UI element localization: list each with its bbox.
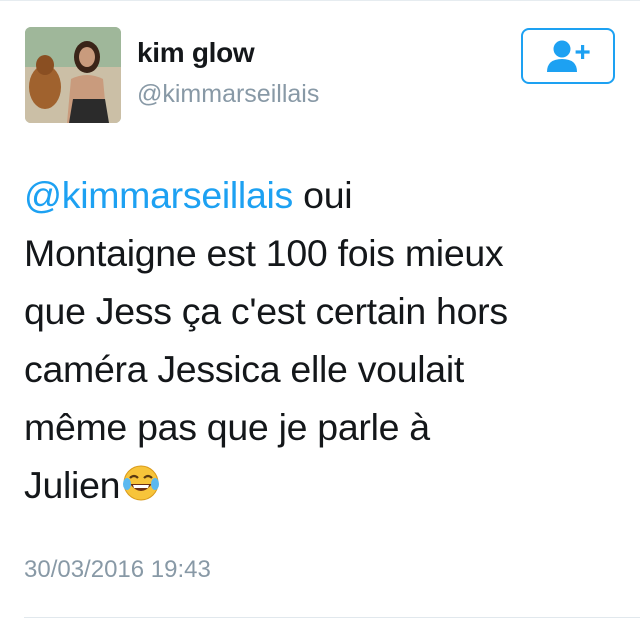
top-divider bbox=[0, 0, 640, 1]
display-name[interactable]: kim glow bbox=[137, 37, 255, 69]
user-handle[interactable]: @kimmarseillais bbox=[137, 80, 319, 109]
tweet-line: Julien bbox=[24, 464, 121, 506]
tweet-line: que Jess ça c'est certain hors bbox=[24, 290, 508, 332]
tweet-line: caméra Jessica elle voulait bbox=[24, 348, 465, 390]
bottom-divider bbox=[24, 617, 640, 618]
follow-button[interactable] bbox=[521, 28, 615, 84]
tweet-line: même pas que je parle à bbox=[24, 406, 430, 448]
tweet-text: @kimmarseillais oui Montaigne est 100 fo… bbox=[24, 166, 616, 518]
avatar[interactable] bbox=[25, 27, 121, 123]
mention-link[interactable]: @kimmarseillais bbox=[24, 174, 293, 216]
tweet-line: oui bbox=[293, 174, 353, 216]
tweet-line: Montaigne est 100 fois mieux bbox=[24, 232, 504, 274]
timestamp[interactable]: 30/03/2016 19:43 bbox=[24, 556, 211, 584]
add-user-icon bbox=[547, 40, 590, 72]
profile-photo-icon bbox=[25, 27, 121, 123]
face-with-tears-of-joy-icon bbox=[122, 460, 160, 518]
